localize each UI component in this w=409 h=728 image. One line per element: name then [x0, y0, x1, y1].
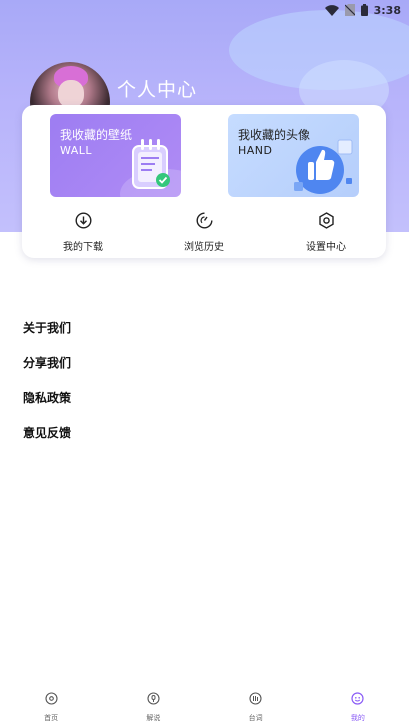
tab-mine[interactable]: 我的: [328, 684, 388, 728]
battery-icon: [360, 4, 368, 16]
tab-commentary-label: 解说: [146, 714, 161, 722]
tab-commentary[interactable]: 解说: [123, 684, 183, 728]
bottom-tab-bar: 首页 解说 台词 我的: [0, 684, 409, 728]
download-icon: [74, 212, 92, 233]
settings-icon: [318, 212, 335, 233]
history-icon: [196, 212, 213, 233]
settings-center-button[interactable]: 设置中心: [281, 212, 371, 253]
tab-lines-label: 台词: [248, 714, 263, 722]
favorite-wallpapers-subtitle: WALL: [60, 144, 93, 157]
notepad-icon: [130, 136, 172, 196]
favorite-avatars-button[interactable]: 我收藏的头像 HAND: [228, 114, 359, 197]
browse-history-label: 浏览历史: [184, 242, 224, 253]
tab-home-label: 首页: [44, 714, 59, 722]
menu-feedback[interactable]: 意见反馈: [23, 425, 71, 460]
mine-icon: [351, 690, 364, 709]
my-downloads-label: 我的下载: [63, 242, 103, 253]
menu-share-us[interactable]: 分享我们: [23, 355, 71, 390]
tab-mine-label: 我的: [350, 714, 365, 722]
no-sim-icon: [344, 4, 355, 16]
thumbs-up-icon: [290, 136, 356, 197]
lines-icon: [249, 690, 262, 709]
menu-privacy-policy[interactable]: 隐私政策: [23, 390, 71, 425]
my-downloads-button[interactable]: 我的下载: [38, 212, 128, 253]
settings-menu: 关于我们 分享我们 隐私政策 意见反馈: [23, 320, 71, 460]
home-icon: [45, 690, 58, 709]
wifi-icon: [324, 4, 339, 16]
menu-about-us[interactable]: 关于我们: [23, 320, 71, 355]
tab-home[interactable]: 首页: [21, 684, 81, 728]
settings-center-label: 设置中心: [306, 242, 346, 253]
favorites-card: 我收藏的壁纸 WALL 我收藏的头像 HAND 我的下载 浏览历史 设置中心: [22, 105, 386, 258]
favorite-wallpapers-title: 我收藏的壁纸: [60, 128, 133, 142]
clock: 3:38: [373, 3, 401, 17]
favorite-avatars-subtitle: HAND: [238, 144, 273, 157]
browse-history-button[interactable]: 浏览历史: [159, 212, 249, 253]
page-title: 个人中心: [117, 79, 198, 101]
status-bar: 3:38: [0, 0, 409, 20]
tab-lines[interactable]: 台词: [226, 684, 286, 728]
favorite-wallpapers-button[interactable]: 我收藏的壁纸 WALL: [50, 114, 181, 197]
commentary-icon: [147, 690, 160, 709]
